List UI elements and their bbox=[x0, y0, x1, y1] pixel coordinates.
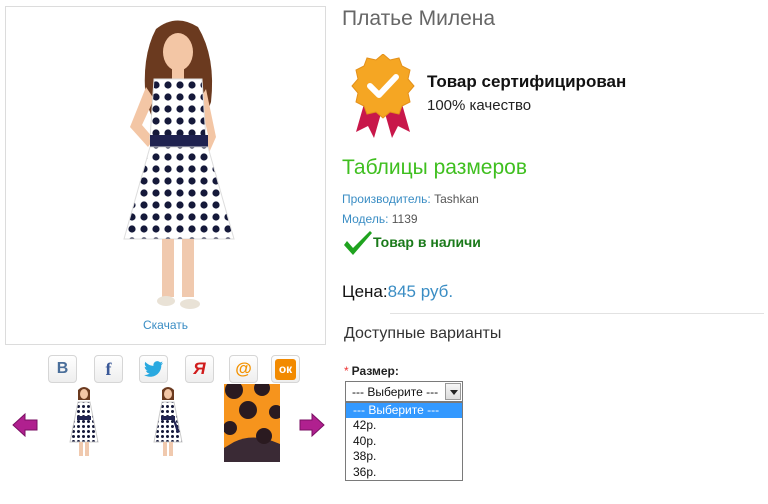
required-marker: * bbox=[344, 364, 349, 378]
thumbnail-1[interactable] bbox=[56, 384, 112, 462]
chevron-down-icon[interactable] bbox=[445, 383, 461, 400]
size-tables-link[interactable]: Таблицы размеров bbox=[342, 156, 527, 180]
manufacturer-row: Производитель: Tashkan bbox=[342, 192, 479, 206]
price-row: Цена:845 руб. bbox=[342, 282, 453, 302]
model-label: Модель: bbox=[342, 212, 389, 226]
availability-status: Товар в наличи bbox=[373, 234, 481, 250]
yaru-share-button[interactable]: Я bbox=[185, 355, 214, 383]
twitter-share-button[interactable] bbox=[139, 355, 168, 383]
product-title: Платье Милена bbox=[342, 7, 496, 30]
mailru-share-button[interactable]: @ bbox=[229, 355, 258, 383]
price-value: 845 руб. bbox=[387, 282, 454, 301]
manufacturer-value[interactable]: Tashkan bbox=[434, 192, 479, 206]
model-value: 1139 bbox=[391, 212, 418, 226]
odnoklassniki-share-button[interactable]: ок bbox=[271, 355, 300, 383]
size-dropdown-list: --- Выберите --- 42р. 40р. 38р. 36р. bbox=[345, 402, 463, 481]
mailru-icon: @ bbox=[235, 359, 252, 378]
yaru-icon: Я bbox=[193, 359, 206, 378]
twitter-icon bbox=[143, 361, 163, 377]
size-option[interactable]: 42р. bbox=[346, 418, 462, 433]
model-row: Модель: 1139 bbox=[342, 212, 418, 226]
carousel-next-button[interactable] bbox=[299, 412, 325, 443]
size-option[interactable]: 40р. bbox=[346, 434, 462, 449]
variants-heading: Доступные варианты bbox=[344, 325, 502, 342]
manufacturer-label: Производитель: bbox=[342, 192, 431, 206]
size-option[interactable]: 38р. bbox=[346, 449, 462, 464]
vkontakte-share-button[interactable]: В bbox=[48, 355, 77, 383]
product-main-image[interactable] bbox=[5, 6, 326, 345]
size-option[interactable]: 36р. bbox=[346, 465, 462, 480]
arrow-right-icon bbox=[299, 412, 325, 438]
size-label: * Размер: bbox=[344, 364, 399, 378]
certificate-badge-icon bbox=[350, 53, 416, 143]
price-label: Цена: bbox=[342, 282, 388, 301]
thumbnail-2[interactable] bbox=[140, 384, 196, 462]
divider bbox=[390, 313, 764, 314]
arrow-left-icon bbox=[12, 412, 38, 438]
size-select-value: --- Выберите --- bbox=[352, 385, 439, 399]
thumbnail-3[interactable] bbox=[223, 380, 283, 462]
facebook-icon: f bbox=[105, 358, 112, 379]
size-select[interactable]: --- Выберите --- bbox=[345, 381, 463, 402]
odnoklassniki-icon: ок bbox=[275, 358, 296, 380]
certificate-subtitle: 100% качество bbox=[427, 97, 532, 114]
vkontakte-icon: В bbox=[56, 360, 69, 377]
download-link[interactable]: Скачать bbox=[0, 318, 331, 332]
certificate-title: Товар сертифицирован bbox=[427, 72, 627, 91]
size-option[interactable]: --- Выберите --- bbox=[346, 403, 462, 419]
dress-fabric-closeup-image bbox=[223, 380, 283, 462]
dress-photo bbox=[123, 20, 235, 309]
facebook-share-button[interactable]: f bbox=[94, 355, 123, 383]
checkmark-icon bbox=[342, 230, 374, 263]
size-label-text: Размер: bbox=[351, 364, 399, 378]
dress-thumbnail-image bbox=[69, 387, 99, 456]
carousel-prev-button[interactable] bbox=[12, 412, 38, 443]
dress-thumbnail-image bbox=[153, 387, 183, 456]
